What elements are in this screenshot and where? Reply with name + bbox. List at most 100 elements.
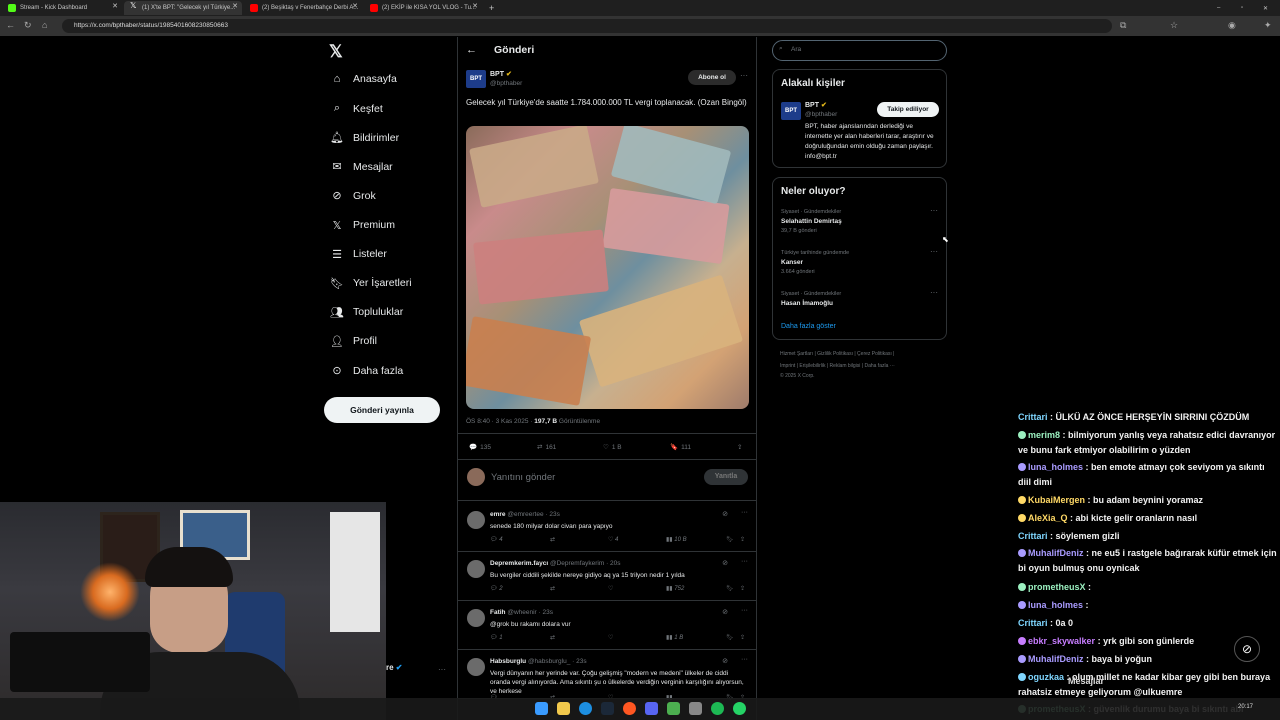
reply-avatar[interactable] bbox=[467, 511, 485, 529]
reply-author[interactable]: emre bbox=[490, 511, 506, 518]
sidebar-item-mesajlar[interactable]: ✉ Mesajlar bbox=[330, 160, 392, 174]
tab-youtube-derby[interactable]: (2) Beşiktaş v Fenerbahçe Derbi A... ✕ bbox=[244, 1, 362, 15]
author-name[interactable]: BPT ✔ bbox=[490, 70, 512, 78]
messages-drawer[interactable]: Mesajlar bbox=[1068, 676, 1104, 686]
whatsapp-icon[interactable] bbox=[733, 702, 746, 715]
trend-item[interactable]: Türkiye tarihinde gündemde Kanser 3.664 gö… bbox=[781, 249, 849, 277]
close-icon[interactable]: ✕ bbox=[472, 2, 478, 10]
reply-avatar[interactable] bbox=[467, 658, 485, 676]
like-button[interactable]: ♡ bbox=[608, 634, 613, 641]
views-button[interactable]: ▮▮ 10 B bbox=[666, 536, 687, 543]
repost-button[interactable]: ⇄ bbox=[550, 536, 555, 543]
chat-username[interactable]: KubaiMergen bbox=[1028, 495, 1085, 505]
browser-icon[interactable] bbox=[623, 702, 636, 715]
share-icon[interactable]: ⇪ bbox=[740, 634, 745, 641]
tab-youtube-vlog[interactable]: (2) EKİP ile KISA YOL VLOG - Tu... ✕ bbox=[364, 1, 482, 15]
discord-icon[interactable] bbox=[645, 702, 658, 715]
chat-username[interactable]: Crittari bbox=[1018, 412, 1048, 422]
steam-icon[interactable] bbox=[601, 702, 614, 715]
author-avatar[interactable]: BPT bbox=[466, 70, 486, 88]
subscribe-button[interactable]: Abone ol bbox=[688, 70, 736, 85]
follow-toggle-button[interactable]: Takip ediliyor bbox=[877, 102, 939, 117]
chat-username[interactable]: MuhalifDeniz bbox=[1028, 654, 1084, 664]
tab-x-post[interactable]: 𝕏 (1) X'te BPT: "Gelecek yıl Türkiye... ✕ bbox=[124, 1, 242, 15]
sidebar-item-profil[interactable]: 👤︎ Profil bbox=[330, 335, 377, 348]
more-options-icon[interactable]: ··· bbox=[741, 509, 748, 516]
sidebar-item-anasayfa[interactable]: ⌂ Anasayfa bbox=[330, 73, 397, 85]
maximize-button[interactable]: ▫ bbox=[1238, 1, 1252, 15]
like-button[interactable]: ♡ 4 bbox=[608, 536, 618, 543]
spotify-icon[interactable] bbox=[711, 702, 724, 715]
star-icon[interactable]: ☆ bbox=[1170, 20, 1178, 31]
profile-icon[interactable]: ◉ bbox=[1228, 20, 1236, 31]
grok-floating-icon[interactable]: ⊘ bbox=[1234, 636, 1260, 662]
related-name[interactable]: BPT ✔ bbox=[805, 101, 827, 109]
sidebar-item-bildirimler[interactable]: 🔔︎ Bildirimler bbox=[330, 131, 399, 145]
chat-username[interactable]: merim8 bbox=[1028, 430, 1060, 440]
views-button[interactable]: ▮▮ 752 bbox=[666, 585, 684, 592]
more-options-icon[interactable]: ··· bbox=[740, 71, 748, 80]
new-tab-button[interactable]: + bbox=[486, 1, 500, 15]
grok-icon[interactable]: ⊘ bbox=[722, 559, 728, 567]
post-button[interactable]: Gönderi yayınla bbox=[324, 397, 440, 423]
minimize-button[interactable]: – bbox=[1214, 1, 1228, 15]
back-arrow-icon[interactable]: ← bbox=[466, 44, 477, 56]
trend-more-icon[interactable]: ··· bbox=[930, 288, 938, 297]
account-more-icon[interactable]: ··· bbox=[438, 665, 446, 674]
chat-username[interactable]: Crittari bbox=[1018, 531, 1048, 541]
close-icon[interactable]: ✕ bbox=[232, 2, 238, 10]
reply-author[interactable]: Fatih bbox=[490, 609, 506, 616]
more-options-icon[interactable]: ··· bbox=[741, 607, 748, 614]
trend-more-icon[interactable]: ··· bbox=[930, 206, 938, 215]
sidebar-item-daha-fazla[interactable]: ⊙ Daha fazla bbox=[330, 364, 403, 378]
reply-item[interactable]: Depremkerim.faycı @Depremfaykerim · 20s … bbox=[458, 552, 756, 601]
app-icon[interactable] bbox=[667, 702, 680, 715]
footer-links[interactable]: Imprint | Erişilebilirlik | Reklam bilgi… bbox=[780, 363, 895, 369]
show-more-link[interactable]: Daha fazla göster bbox=[781, 323, 836, 330]
reply-button[interactable]: 💬︎ 4 bbox=[490, 536, 503, 543]
reload-icon[interactable]: ↻ bbox=[24, 20, 32, 31]
trend-item[interactable]: Siyaset · Gündemdekiler Selahattin Demirt… bbox=[781, 208, 842, 236]
share-icon[interactable]: ⇪ bbox=[740, 536, 745, 543]
related-avatar[interactable]: BPT bbox=[781, 102, 801, 120]
edge-icon[interactable] bbox=[579, 702, 592, 715]
app-icon[interactable] bbox=[689, 702, 702, 715]
bookmark-button[interactable]: 🔖 111 bbox=[670, 443, 691, 452]
like-button[interactable]: ♡ 1 B bbox=[603, 443, 622, 452]
share-button[interactable]: ⇪ bbox=[737, 443, 742, 451]
grok-icon[interactable]: ⊘ bbox=[722, 657, 728, 665]
reply-button[interactable]: 💬︎ 2 bbox=[490, 585, 503, 592]
reply-item[interactable]: Fatih @wheenir · 23s ⊘ ··· @grok bu raka… bbox=[458, 601, 756, 650]
bookmark-icon[interactable]: 🔖︎ bbox=[726, 634, 734, 641]
grok-icon[interactable]: ⊘ bbox=[722, 510, 728, 518]
bookmark-icon[interactable]: 🔖︎ bbox=[726, 585, 734, 592]
reply-avatar[interactable] bbox=[467, 560, 485, 578]
post-image-banknotes[interactable] bbox=[466, 126, 749, 409]
chat-username[interactable]: luna_holmes bbox=[1028, 462, 1083, 472]
share-icon[interactable]: ⇪ bbox=[740, 585, 745, 592]
chat-username[interactable]: Crittari bbox=[1018, 618, 1048, 628]
like-button[interactable]: ♡ bbox=[608, 585, 613, 592]
views-button[interactable]: ▮▮ 1 B bbox=[666, 634, 683, 641]
reply-item[interactable]: emre @emreertee · 23s ⊘ ··· senede 180 m… bbox=[458, 503, 756, 552]
close-icon[interactable]: ✕ bbox=[112, 2, 118, 10]
author-handle[interactable]: @bpthaber bbox=[490, 80, 522, 87]
reply-button[interactable]: 💬 135 bbox=[469, 443, 491, 452]
sidebar-item-grok[interactable]: ⊘ Grok bbox=[330, 189, 375, 203]
tab-kick[interactable]: Stream - Kick Dashboard ✕ bbox=[2, 1, 122, 15]
reply-input[interactable]: Yanıtını gönder bbox=[491, 472, 555, 483]
copilot-icon[interactable]: ✦ bbox=[1264, 20, 1272, 31]
sidebar-item-keşfet[interactable]: ⌕ Keşfet bbox=[330, 102, 383, 115]
reply-author[interactable]: Depremkerim.faycı bbox=[490, 560, 548, 567]
sidebar-item-premium[interactable]: 𝕏 Premium bbox=[330, 219, 395, 232]
file-explorer-icon[interactable] bbox=[557, 702, 570, 715]
sidebar-item-listeler[interactable]: ☰ Listeler bbox=[330, 248, 387, 261]
close-icon[interactable]: ✕ bbox=[352, 2, 358, 10]
sidebar-item-yer-i̇şaretleri[interactable]: 🔖︎ Yer İşaretleri bbox=[330, 277, 412, 290]
reply-avatar[interactable] bbox=[467, 609, 485, 627]
chat-username[interactable]: oguzkaa bbox=[1028, 672, 1064, 682]
url-input[interactable]: https://x.com/bpthaber/status/1985401608… bbox=[62, 19, 1112, 33]
more-options-icon[interactable]: ··· bbox=[741, 558, 748, 565]
close-window-button[interactable]: ✕ bbox=[1260, 1, 1274, 15]
home-icon[interactable]: ⌂ bbox=[42, 20, 47, 30]
